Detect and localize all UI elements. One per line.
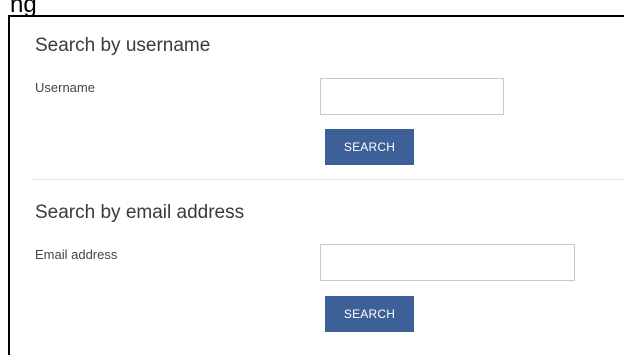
search-username-button[interactable]: SEARCH	[325, 129, 414, 165]
email-address-label: Email address	[35, 247, 118, 262]
search-email-button[interactable]: SEARCH	[325, 296, 414, 332]
section-divider	[33, 179, 624, 180]
username-input[interactable]	[320, 78, 504, 115]
email-address-input[interactable]	[320, 244, 575, 281]
search-panel-frame	[8, 15, 624, 355]
username-section-title: Search by username	[35, 35, 211, 56]
email-section-title: Search by email address	[35, 202, 245, 223]
username-label: Username	[35, 80, 95, 95]
